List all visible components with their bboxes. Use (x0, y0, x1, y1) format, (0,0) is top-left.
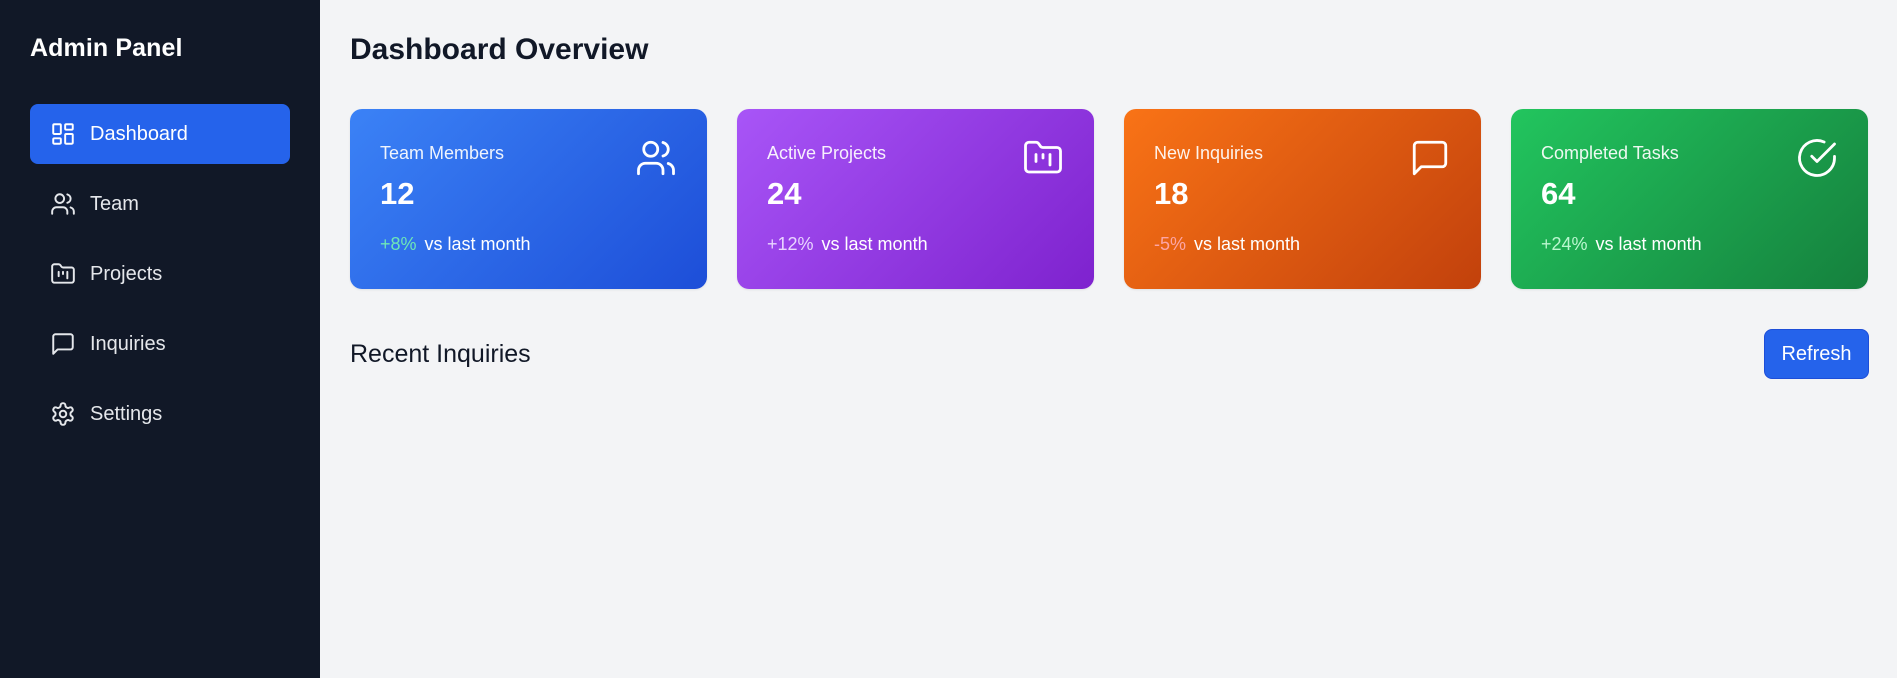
stat-value: 12 (380, 176, 415, 211)
sidebar-item-dashboard[interactable]: Dashboard (30, 104, 290, 164)
stat-card-completed-tasks: Completed Tasks 64 +24% vs last month (1511, 109, 1868, 289)
stat-change: +8% (380, 234, 417, 254)
sidebar-item-team[interactable]: Team (30, 174, 290, 234)
stat-card-new-inquiries: New Inquiries 18 -5% vs last month (1124, 109, 1481, 289)
stat-label: Team Members (380, 143, 505, 163)
stat-label: New Inquiries (1154, 143, 1264, 163)
stat-trend: +24% vs last month (1541, 234, 1838, 255)
sidebar-item-label: Projects (90, 262, 163, 285)
folder-kanban-icon (50, 261, 76, 287)
folder-kanban-icon (1022, 137, 1064, 179)
sidebar-item-projects[interactable]: Projects (30, 244, 290, 304)
sidebar-item-settings[interactable]: Settings (30, 384, 290, 444)
dashboard-icon (50, 121, 76, 147)
users-icon (635, 137, 677, 179)
stat-change: -5% (1154, 234, 1187, 254)
sidebar-item-label: Team (90, 192, 139, 215)
users-icon (50, 191, 76, 217)
page-title: Dashboard Overview (350, 33, 649, 66)
app-title: Admin Panel (30, 34, 183, 62)
stat-suffix: vs last month (821, 234, 928, 254)
sidebar-item-label: Dashboard (90, 122, 188, 145)
stat-card-team-members: Team Members 12 +8% vs last month (350, 109, 707, 289)
recent-inquiries-header: Recent Inquiries Refresh (350, 329, 1869, 379)
stat-change: +24% (1541, 234, 1588, 254)
check-circle-icon (1796, 137, 1838, 179)
refresh-button[interactable]: Refresh (1764, 329, 1869, 379)
sidebar-item-label: Inquiries (90, 332, 166, 355)
stat-value: 64 (1541, 176, 1576, 211)
stat-card-active-projects: Active Projects 24 +12% vs last month (737, 109, 1094, 289)
gear-icon (50, 401, 76, 427)
stats-row: Team Members 12 +8% vs last month Active … (350, 109, 1869, 289)
stat-trend: -5% vs last month (1154, 234, 1451, 255)
message-square-icon (50, 331, 76, 357)
stat-suffix: vs last month (424, 234, 531, 254)
message-square-icon (1409, 137, 1451, 179)
stat-value: 18 (1154, 176, 1189, 211)
sidebar-item-label: Settings (90, 402, 163, 425)
sidebar: Admin Panel Dashboard Team Projects Inqu… (0, 0, 320, 678)
stat-label: Completed Tasks (1541, 143, 1679, 163)
stat-suffix: vs last month (1194, 234, 1301, 254)
stat-value: 24 (767, 176, 802, 211)
stat-change: +12% (767, 234, 814, 254)
stat-trend: +12% vs last month (767, 234, 1064, 255)
main-content: Dashboard Overview Team Members 12 +8% vs… (320, 0, 1897, 678)
section-title: Recent Inquiries (350, 339, 531, 368)
stat-label: Active Projects (767, 143, 887, 163)
stat-trend: +8% vs last month (380, 234, 677, 255)
stat-suffix: vs last month (1595, 234, 1702, 254)
sidebar-item-inquiries[interactable]: Inquiries (30, 314, 290, 374)
